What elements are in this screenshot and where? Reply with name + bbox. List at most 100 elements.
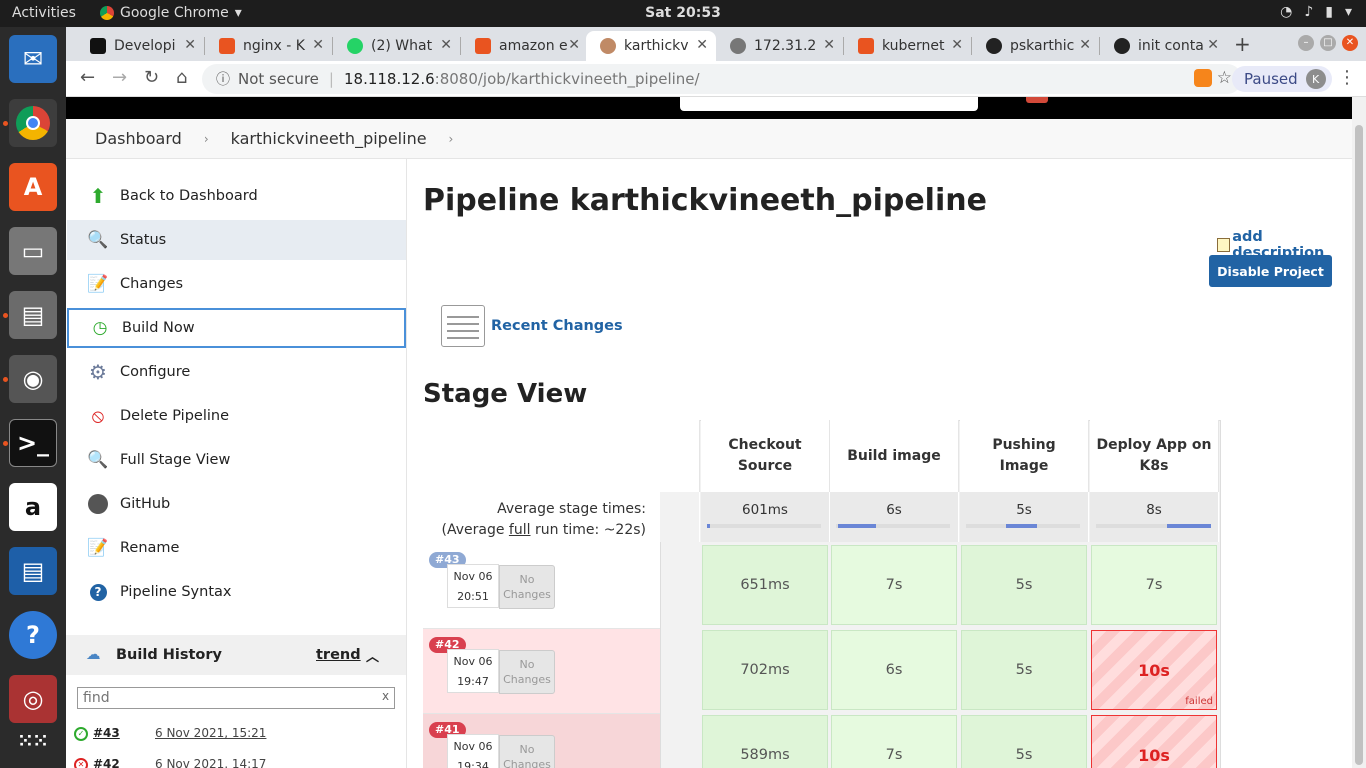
build-number-link[interactable]: #43 [93,726,120,740]
stage-cell[interactable]: 651ms [702,545,828,625]
back-icon[interactable]: ← [80,67,95,88]
stage-cell[interactable]: 702ms [702,630,828,710]
new-tab-button[interactable]: + [1234,32,1251,56]
browser-tab[interactable]: init conta ✕ [1100,31,1227,61]
notification-badge[interactable] [1026,97,1048,103]
disable-project-button[interactable]: Disable Project [1209,255,1332,287]
close-icon[interactable]: ✕ [568,37,580,53]
rhythmbox-icon[interactable]: ◉ [9,355,57,403]
disks-icon[interactable]: ◎ [9,675,57,723]
close-icon[interactable]: ✕ [1079,37,1091,53]
task-full-stage-view[interactable]: 🔍 Full Stage View [67,440,406,480]
metamask-extension-icon[interactable] [1194,69,1212,87]
amazon-icon[interactable]: a [9,483,57,531]
close-icon[interactable]: ✕ [184,37,196,53]
address-bar[interactable]: ⓘ Not secure | 18.118.12.6:8080/job/kart… [202,64,1242,94]
stage-cell[interactable]: 589ms [702,715,828,768]
stage-cell[interactable]: 10s [1091,715,1217,768]
task-back-to-dashboard[interactable]: ⬆ Back to Dashboard [67,176,406,216]
thunderbird-icon[interactable]: ✉ [9,35,57,83]
chevron-right-icon[interactable]: › [204,132,209,146]
browser-tab[interactable]: 172.31.2 ✕ [716,31,843,61]
tab-favicon-icon [90,38,106,54]
close-icon[interactable]: ✕ [1207,37,1219,53]
close-icon[interactable]: ✕ [312,37,324,53]
run-row[interactable]: #42 Nov 06 19:47 No Changes [423,629,660,714]
stage-cell-duration: 651ms [740,577,790,593]
run-row[interactable]: #43 Nov 06 20:51 No Changes [423,544,660,629]
scanner-icon[interactable]: ▭ [9,227,57,275]
task-rename[interactable]: 📝 Rename [67,528,406,568]
software-center-icon[interactable]: A [9,163,57,211]
close-icon[interactable]: ✕ [440,37,452,53]
stage-cell[interactable]: 7s [831,715,957,768]
build-date-link[interactable]: 6 Nov 2021, 14:17 [155,757,266,768]
run-row[interactable]: #41 Nov 06 19:34 No Changes [423,714,660,768]
task-configure[interactable]: ⚙ Configure [67,352,406,392]
browser-tab[interactable]: Developi ✕ [76,31,204,61]
clear-search-icon[interactable]: x [382,689,389,703]
run-changes[interactable]: No Changes [499,650,555,694]
browser-tab[interactable]: nginx - K ✕ [205,31,332,61]
build-number-link[interactable]: #42 [93,757,120,768]
more-menu-icon[interactable]: ⋮ [1338,67,1356,88]
terminal-icon[interactable]: >_ [9,419,57,467]
trend-link[interactable]: trend [316,647,361,663]
stage-cell[interactable]: 5s [961,545,1087,625]
browser-tab[interactable]: (2) What ✕ [333,31,460,61]
task-github[interactable]: GitHub [67,484,406,524]
reload-icon[interactable]: ↻ [144,67,159,88]
breadcrumb-dashboard[interactable]: Dashboard [95,129,182,148]
run-changes[interactable]: No Changes [499,565,555,609]
browser-toolbar: ← → ↻ ⌂ ⓘ Not secure | 18.118.12.6:8080/… [66,61,1366,97]
stage-cell[interactable]: 7s [1091,545,1217,625]
close-window-icon[interactable]: ✕ [1342,35,1358,51]
recent-changes-link[interactable]: Recent Changes [441,305,623,347]
stage-cell[interactable]: 10s failed [1091,630,1217,710]
page-scrollbar[interactable] [1352,97,1366,768]
close-icon[interactable]: ✕ [823,37,835,53]
clock[interactable]: Sat 20:53 [0,5,1366,21]
profile-button[interactable]: Paused K [1232,66,1332,92]
system-top-bar: Activities Google Chrome ▾ Sat 20:53 ◔ ♪… [0,0,1366,27]
chrome-dock-icon[interactable] [9,99,57,147]
close-icon[interactable]: ✕ [951,37,963,53]
build-history-search-input[interactable] [77,687,395,709]
jenkins-search-box[interactable] [680,97,978,111]
browser-tab[interactable]: kubernet ✕ [844,31,971,61]
task-pipeline-syntax[interactable]: ? Pipeline Syntax [67,572,406,612]
browser-tab-active[interactable]: karthickv ✕ [586,31,716,61]
task-changes[interactable]: 📝 Changes [67,264,406,304]
build-history-row[interactable]: ✓ #43 6 Nov 2021, 15:21 [66,720,406,748]
task-delete-pipeline[interactable]: ⦸ Delete Pipeline [67,396,406,436]
chevron-up-icon[interactable]: ︿ [366,646,379,665]
show-apps-icon[interactable]: ⁙⁙ [9,717,57,765]
close-icon[interactable]: ✕ [696,37,708,53]
maximize-icon[interactable]: □ [1320,35,1336,51]
build-date-link[interactable]: 6 Nov 2021, 15:21 [155,726,266,740]
bookmark-star-icon[interactable]: ☆ [1217,68,1232,88]
files-icon[interactable]: ▤ [9,291,57,339]
run-changes[interactable]: No Changes [499,735,555,768]
stage-cell[interactable]: 7s [831,545,957,625]
stage-cell[interactable]: 5s [961,715,1087,768]
browser-tab[interactable]: amazon e ✕ [461,31,588,61]
home-icon[interactable]: ⌂ [176,67,187,88]
forward-icon[interactable]: → [112,67,127,88]
minimize-icon[interactable]: – [1298,35,1314,51]
info-icon[interactable]: ⓘ [216,69,230,89]
scrollbar-thumb[interactable] [1355,125,1363,765]
task-status[interactable]: 🔍 Status [67,220,406,260]
browser-tab[interactable]: pskarthic ✕ [972,31,1099,61]
breadcrumb-job[interactable]: karthickvineeth_pipeline [231,129,427,148]
stage-cell[interactable]: 5s [961,630,1087,710]
full-run-time-link[interactable]: full [509,522,531,538]
build-history-row[interactable]: ✕ #42 6 Nov 2021, 14:17 [66,751,406,768]
stage-cell[interactable]: 6s [831,630,957,710]
chevron-right-icon[interactable]: › [449,132,454,146]
system-tray[interactable]: ◔ ♪ ▮ ▾ [1280,4,1352,20]
writer-icon[interactable]: ▤ [9,547,57,595]
task-build-now[interactable]: ◷ Build Now [67,308,406,348]
tab-title: kubernet [882,38,945,54]
help-icon[interactable]: ? [9,611,57,659]
